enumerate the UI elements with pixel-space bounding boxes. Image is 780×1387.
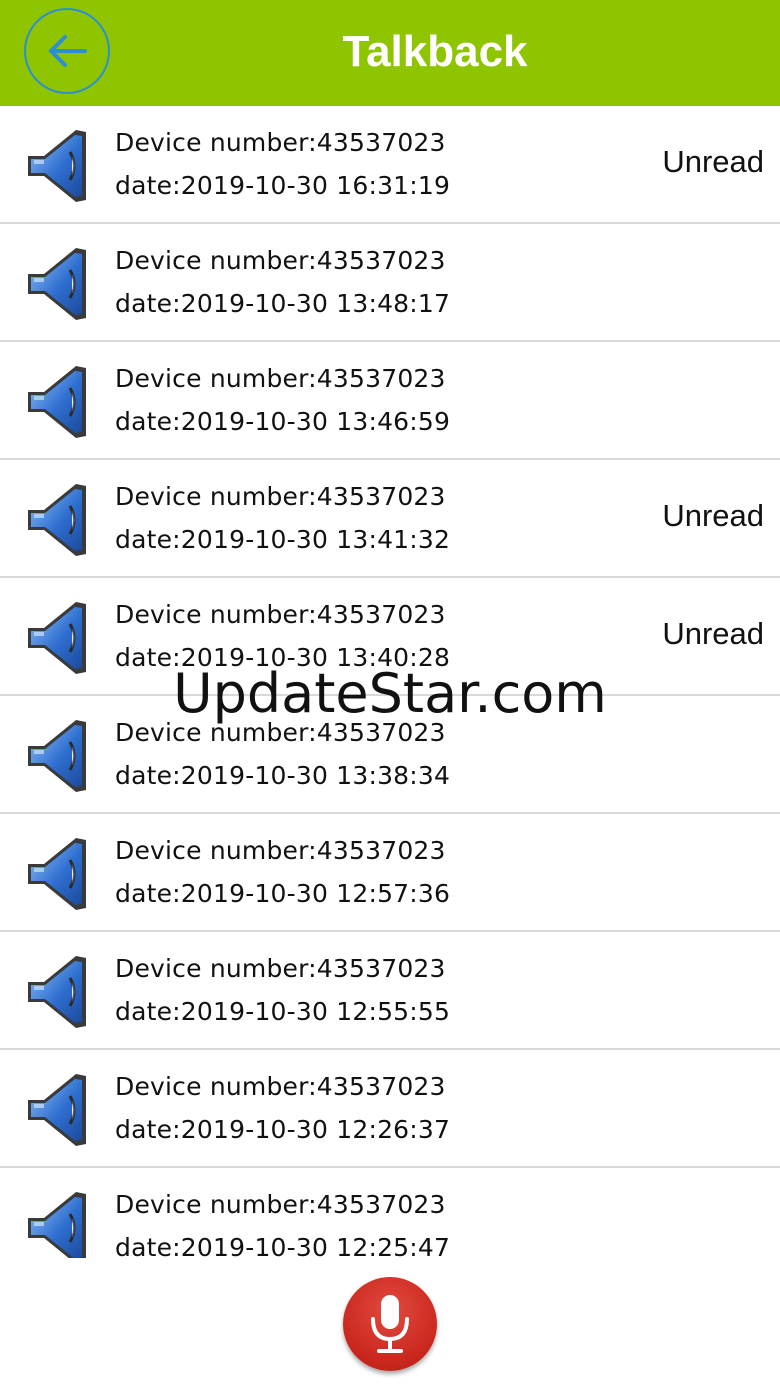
list-item[interactable]: Device number:43537023 date:2019-10-30 1… (0, 814, 780, 932)
list-item[interactable]: Device number:43537023 date:2019-10-30 1… (0, 460, 780, 578)
speaker-icon (26, 954, 88, 1030)
speaker-icon (26, 600, 88, 676)
list-item[interactable]: Device number:43537023 date:2019-10-30 1… (0, 932, 780, 1050)
header-bar: Talkback (0, 0, 780, 106)
device-number: Device number:43537023 (115, 364, 446, 393)
device-number: Device number:43537023 (115, 1190, 446, 1219)
message-date: date:2019-10-30 13:40:28 (115, 643, 451, 672)
message-date: date:2019-10-30 12:55:55 (115, 997, 451, 1026)
speaker-icon (26, 1072, 88, 1148)
unread-badge: Unread (662, 616, 764, 651)
message-date: date:2019-10-30 12:26:37 (115, 1115, 451, 1144)
speaker-icon (26, 128, 88, 204)
speaker-icon (26, 718, 88, 794)
message-date: date:2019-10-30 12:57:36 (115, 879, 451, 908)
list-item[interactable]: Device number:43537023 date:2019-10-30 1… (0, 1168, 780, 1258)
message-date: date:2019-10-30 12:25:47 (115, 1233, 451, 1258)
device-number: Device number:43537023 (115, 1072, 446, 1101)
message-date: date:2019-10-30 13:41:32 (115, 525, 451, 554)
message-list[interactable]: Device number:43537023 date:2019-10-30 1… (0, 106, 780, 1258)
message-date: date:2019-10-30 13:46:59 (115, 407, 451, 436)
list-item[interactable]: Device number:43537023 date:2019-10-30 1… (0, 342, 780, 460)
list-item[interactable]: Device number:43537023 date:2019-10-30 1… (0, 578, 780, 696)
speaker-icon (26, 364, 88, 440)
record-button[interactable] (343, 1277, 437, 1371)
device-number: Device number:43537023 (115, 246, 446, 275)
device-number: Device number:43537023 (115, 600, 446, 629)
speaker-icon (26, 836, 88, 912)
message-date: date:2019-10-30 13:38:34 (115, 761, 451, 790)
device-number: Device number:43537023 (115, 482, 446, 511)
message-date: date:2019-10-30 13:48:17 (115, 289, 451, 318)
speaker-icon (26, 246, 88, 322)
unread-badge: Unread (662, 144, 764, 179)
device-number: Device number:43537023 (115, 128, 446, 157)
talkback-screen: Talkback Device number:43537023 date:201… (0, 0, 780, 1387)
list-item[interactable]: Device number:43537023 date:2019-10-30 1… (0, 106, 780, 224)
speaker-icon (26, 482, 88, 558)
speaker-icon (26, 1190, 88, 1258)
device-number: Device number:43537023 (115, 954, 446, 983)
unread-badge: Unread (662, 498, 764, 533)
device-number: Device number:43537023 (115, 836, 446, 865)
list-item[interactable]: Device number:43537023 date:2019-10-30 1… (0, 224, 780, 342)
list-item[interactable]: Device number:43537023 date:2019-10-30 1… (0, 696, 780, 814)
microphone-icon (371, 1295, 409, 1353)
message-date: date:2019-10-30 16:31:19 (115, 171, 451, 200)
page-title: Talkback (342, 27, 528, 76)
device-number: Device number:43537023 (115, 718, 446, 747)
list-item[interactable]: Device number:43537023 date:2019-10-30 1… (0, 1050, 780, 1168)
